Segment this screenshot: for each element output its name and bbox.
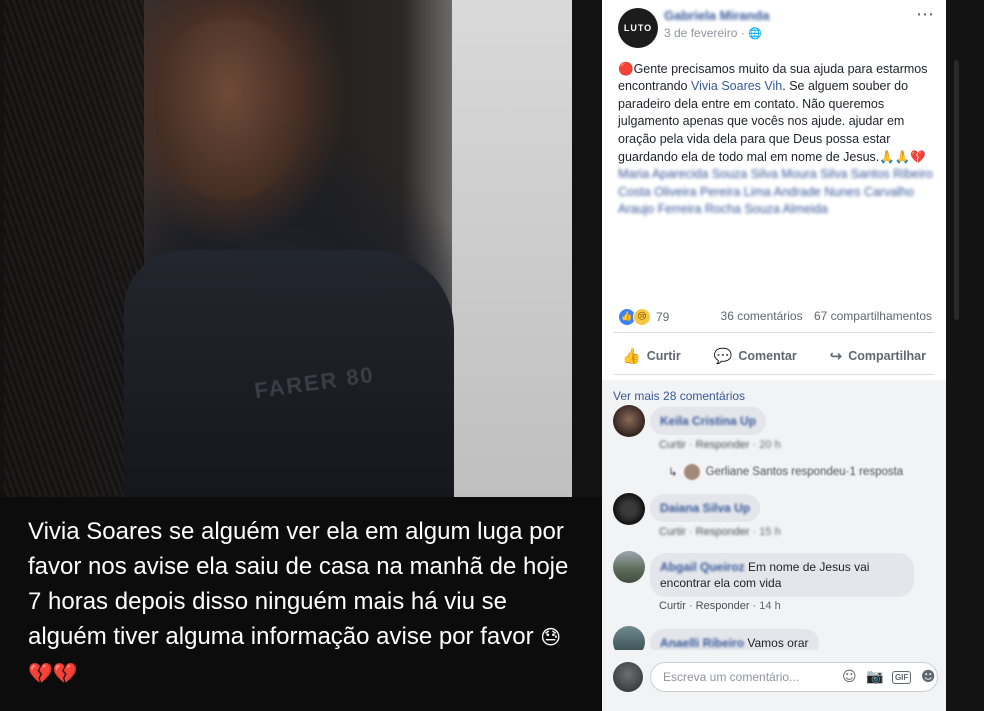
comment-text: Vamos orar xyxy=(747,636,809,650)
comment-box[interactable]: ☺ 📷 GIF ☻ xyxy=(650,662,938,692)
comment-meta: Curtir · Responder · 15 h xyxy=(659,526,781,538)
photo-wall xyxy=(452,0,572,497)
reaction-count: 79 xyxy=(656,310,670,324)
commenter-avatar[interactable] xyxy=(613,551,645,583)
comment-bubble: Abgail Queiroz Em nome de Jesus vai enco… xyxy=(650,553,914,597)
share-button[interactable]: ↪ Compartilhar xyxy=(822,347,934,365)
thumbs-up-icon: 👍 xyxy=(622,347,641,365)
commenter-name[interactable]: Daiana Silva xyxy=(660,501,731,515)
comment-text: Up xyxy=(740,414,757,428)
post-date[interactable]: 3 de fevereiro xyxy=(664,26,737,40)
comment-reply-link[interactable]: Responder xyxy=(696,526,750,538)
more-options-icon[interactable]: ⋯ xyxy=(916,4,934,25)
commenter-name[interactable]: Abgail Queiroz xyxy=(660,560,745,574)
meta-separator: · xyxy=(685,600,696,612)
comment-like-link[interactable]: Curtir xyxy=(659,600,686,612)
reply-count: 1 resposta xyxy=(849,466,904,478)
camera-icon[interactable]: 📷 xyxy=(866,669,884,685)
replies-summary[interactable]: ↳ Gerliane Santos respondeu · 1 resposta xyxy=(668,464,903,480)
speech-bubble-icon: 💬 xyxy=(713,347,733,365)
reply-summary-text: Gerliane Santos respondeu xyxy=(705,466,846,478)
comment-reply-link[interactable]: Responder xyxy=(696,600,750,612)
comment-text: Up xyxy=(734,501,751,515)
commenter-name[interactable]: Anaelli Ribeiro xyxy=(660,636,744,650)
share-label: Compartilhar xyxy=(848,349,926,363)
engagement-counts: 36 comentários 67 compartilhamentos xyxy=(713,309,932,323)
comment-like-link[interactable]: Curtir xyxy=(659,526,686,538)
globe-icon: 🌐 xyxy=(748,27,762,40)
meta-separator: · xyxy=(749,526,760,538)
meta-separator: · xyxy=(749,439,760,451)
post-timestamp[interactable]: 3 de fevereiro · 🌐 xyxy=(664,26,762,40)
photo-face xyxy=(154,20,304,200)
post-side-panel: LUTO Gabriela Miranda 3 de fevereiro · 🌐… xyxy=(602,0,946,711)
meta-separator: · xyxy=(749,600,760,612)
post-body: 🔴Gente precisamos muito da sua ajuda par… xyxy=(618,60,934,219)
prayer-emoji: 🙏🙏💔 xyxy=(879,149,926,165)
photo-viewer: FARER 80 Vivia Soares se alguém ver ela … xyxy=(0,0,602,711)
divider xyxy=(614,332,934,333)
commenter-avatar[interactable] xyxy=(613,493,645,525)
alert-emoji: 🔴 xyxy=(618,61,634,76)
tagged-names[interactable]: Maria Aparecida Souza Silva Moura Silva … xyxy=(618,167,933,216)
comment-time: 20 h xyxy=(759,439,781,451)
my-avatar[interactable] xyxy=(613,662,643,692)
page-edge xyxy=(946,0,984,711)
photo-hair xyxy=(4,0,144,497)
share-arrow-icon: ↪ xyxy=(829,347,843,365)
divider xyxy=(614,374,934,375)
commenter-avatar[interactable] xyxy=(613,405,645,437)
date-separator: · xyxy=(737,26,749,40)
scrollbar[interactable] xyxy=(954,60,959,320)
author-avatar[interactable]: LUTO xyxy=(618,8,658,48)
comments-count[interactable]: 36 comentários xyxy=(721,309,803,323)
comment-like-link[interactable]: Curtir xyxy=(659,439,686,451)
replier-avatar xyxy=(683,464,700,480)
reply-arrow-icon: ↳ xyxy=(668,465,678,479)
comment-meta: Curtir · Responder · 20 h xyxy=(659,439,781,451)
post-actions: 👍 Curtir 💬 Comentar ↪ Compartilhar xyxy=(614,341,934,371)
mention-link[interactable]: Vivia Soares Vih xyxy=(691,79,782,93)
shares-count[interactable]: 67 compartilhamentos xyxy=(814,309,932,323)
comment-time: 14 h xyxy=(759,600,781,612)
comment-composer: ☺ 📷 GIF ☻ xyxy=(602,650,946,711)
caption-text: Vivia Soares se alguém ver ela em algum … xyxy=(28,518,569,650)
comment-label: Comentar xyxy=(738,349,797,363)
comment-input[interactable] xyxy=(651,669,833,685)
author-name[interactable]: Gabriela Miranda xyxy=(664,8,769,23)
like-label: Curtir xyxy=(646,349,681,363)
comment-button[interactable]: 💬 Comentar xyxy=(706,347,805,365)
meta-separator: · xyxy=(685,439,696,451)
comment-meta: Curtir · Responder · 14 h xyxy=(659,600,781,612)
reaction-summary[interactable]: 👍 😢 79 xyxy=(618,308,669,326)
commenter-name[interactable]: Keila Cristina xyxy=(660,414,737,428)
sad-reaction-icon: 😢 xyxy=(633,308,651,326)
emoji-icon[interactable]: ☺ xyxy=(840,669,858,685)
gif-icon[interactable]: GIF xyxy=(891,670,912,684)
post-photo[interactable]: FARER 80 xyxy=(4,0,572,497)
sticker-icon[interactable]: ☻ xyxy=(919,669,937,685)
comment-time: 15 h xyxy=(759,526,781,538)
comment-bubble: Keila Cristina Up xyxy=(650,407,767,435)
comment-reply-link[interactable]: Responder xyxy=(696,439,750,451)
meta-separator: · xyxy=(685,526,696,538)
like-button[interactable]: 👍 Curtir xyxy=(614,347,689,365)
see-more-comments-link[interactable]: Ver mais 28 comentários xyxy=(613,389,745,403)
comment-bubble: Daiana Silva Up xyxy=(650,494,761,522)
photo-caption: Vivia Soares se alguém ver ela em algum … xyxy=(28,514,573,691)
